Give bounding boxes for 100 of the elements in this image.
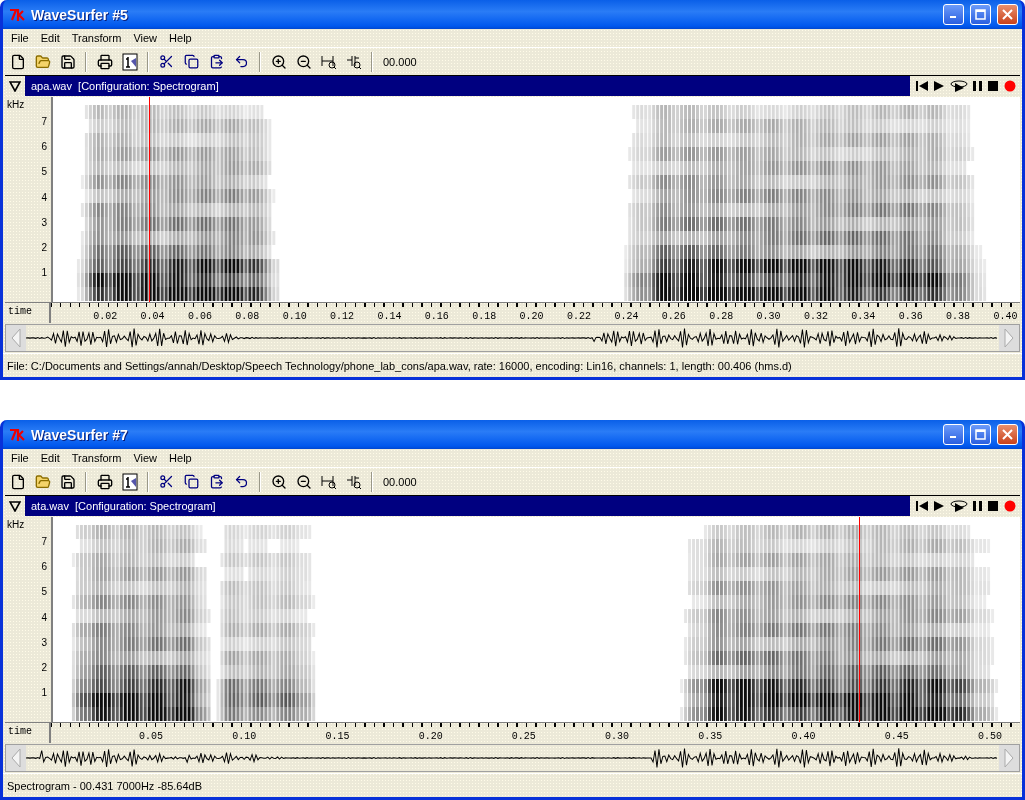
maximize-button[interactable] <box>970 4 991 25</box>
axis-tick-label: 0.26 <box>661 311 686 322</box>
axis-tick-label: 0.06 <box>187 311 212 322</box>
triangle-right-icon <box>1004 328 1014 348</box>
axis-tick-label: 2 <box>41 243 47 253</box>
skip-to-start-button[interactable] <box>916 499 928 513</box>
axis-tick-label: 0.04 <box>140 311 165 322</box>
axis-tick-label: 3 <box>41 637 47 648</box>
collapse-toggle[interactable] <box>5 496 25 516</box>
menu-item[interactable]: Transform <box>65 32 128 44</box>
axis-tick-label: 6 <box>41 142 47 153</box>
menu-item[interactable]: Help <box>163 32 198 44</box>
axis-tick-label: 0.16 <box>424 311 449 322</box>
axis-tick-label: 0.36 <box>898 311 923 322</box>
close-icon <box>1002 429 1013 440</box>
triangle-left-icon <box>11 748 21 768</box>
axis-tick-label: 0.35 <box>698 731 723 742</box>
axis-tick-label: 0.40 <box>993 311 1018 322</box>
axis-tick-label: 0.22 <box>567 311 591 322</box>
play-button[interactable] <box>933 79 945 93</box>
skip-to-start-button[interactable] <box>916 79 928 93</box>
axis-tick-label: 0.25 <box>511 731 536 742</box>
axis-tick-label: 0.15 <box>325 731 350 742</box>
axis-tick-label: 0.05 <box>139 731 163 742</box>
axis-tick-label: 0.28 <box>709 311 734 322</box>
properties-button[interactable] <box>119 51 140 72</box>
triangle-right-icon <box>1004 748 1014 768</box>
properties-button[interactable] <box>119 471 140 492</box>
axis-tick-label: 5 <box>41 167 47 178</box>
maximize-icon <box>975 429 986 440</box>
axis-tick-label: 0.20 <box>519 311 544 322</box>
menu-item[interactable]: Edit <box>34 32 66 44</box>
axis-label: time <box>5 723 51 743</box>
menu-item[interactable]: Transform <box>65 452 128 464</box>
axis-tick-label: 0.02 <box>93 311 118 322</box>
axis-tick-label: 0.32 <box>803 311 828 322</box>
axis-tick-label: 0.08 <box>235 311 260 322</box>
pane-title: apa.wav [Configuration: Spectrogram] <box>30 80 219 92</box>
app-logo-icon <box>9 427 25 442</box>
axis-tick-label: 0.14 <box>377 311 402 322</box>
stop-button[interactable] <box>988 79 999 93</box>
axis-tick-label: 0.50 <box>977 731 1002 742</box>
time-display: 00.000 <box>383 475 417 488</box>
axis-tick-label: 0.34 <box>851 311 876 322</box>
axis-tick-label: 7 <box>41 117 47 127</box>
axis-label: kHz <box>7 100 25 110</box>
triangle-left-icon <box>11 328 21 348</box>
stop-button[interactable] <box>988 499 999 513</box>
close-button[interactable] <box>997 424 1018 445</box>
axis-tick-label: 6 <box>41 562 47 573</box>
minimize-button[interactable] <box>943 424 964 445</box>
pause-button[interactable] <box>973 499 983 513</box>
record-button[interactable] <box>1004 499 1016 513</box>
menu-item[interactable]: File <box>5 32 35 44</box>
pane-title: ata.wav [Configuration: Spectrogram] <box>30 500 216 512</box>
menu-item[interactable]: View <box>127 32 164 44</box>
triangle-down-icon <box>9 500 21 512</box>
axis-label: kHz <box>7 520 25 530</box>
axis-tick-label: 0.18 <box>472 311 497 322</box>
axis-tick-label: 4 <box>41 192 47 203</box>
cursor-line[interactable] <box>858 517 860 722</box>
axis-tick-label: 2 <box>41 663 47 673</box>
axis-label: time <box>5 303 51 323</box>
time-display: 00.000 <box>383 55 417 68</box>
maximize-icon <box>975 9 986 20</box>
axis-tick-label: 7 <box>41 537 47 547</box>
axis-tick-label: 0.10 <box>232 731 257 742</box>
triangle-down-icon <box>9 80 21 92</box>
axis-tick-label: 0.38 <box>946 311 971 322</box>
play-button[interactable] <box>933 499 945 513</box>
loop-play-button[interactable] <box>950 499 968 513</box>
app-logo-icon <box>9 7 25 22</box>
close-icon <box>1002 9 1013 20</box>
axis-tick-label: 4 <box>41 612 47 623</box>
maximize-button[interactable] <box>970 424 991 445</box>
window-title: WaveSurfer #5 <box>31 6 129 23</box>
axis-tick-label: 0.45 <box>884 731 909 742</box>
axis-tick-label: 0.12 <box>330 311 355 322</box>
window-title: WaveSurfer #7 <box>31 426 129 443</box>
pause-button[interactable] <box>973 79 983 93</box>
menu-item[interactable]: Edit <box>34 452 66 464</box>
axis-tick-label: 0.30 <box>605 731 630 742</box>
cursor-line[interactable] <box>148 97 150 302</box>
record-button[interactable] <box>1004 79 1016 93</box>
loop-play-button[interactable] <box>950 79 968 93</box>
axis-tick-label: 1 <box>41 688 47 699</box>
minimize-button[interactable] <box>943 4 964 25</box>
status-bar-text: File: C:/Documents and Settings/annah/Desktop/Speech Technology/phone_lab_cons/apa.wav, rate: 16000, encoding: Lin16, channels: 1, length: 00.406 (hms.d) <box>7 359 792 372</box>
menu-item[interactable]: View <box>127 452 164 464</box>
axis-tick-label: 3 <box>41 217 47 228</box>
axis-tick-label: 1 <box>41 268 47 279</box>
collapse-toggle[interactable] <box>5 76 25 96</box>
status-bar-text: Spectrogram - 00.431 7000Hz -85.64dB <box>7 779 203 792</box>
axis-tick-label: 0.24 <box>614 311 639 322</box>
axis-tick-label: 0.40 <box>791 731 816 742</box>
close-button[interactable] <box>997 4 1018 25</box>
axis-tick-label: 0.10 <box>282 311 307 322</box>
axis-tick-label: 0.30 <box>756 311 781 322</box>
menu-item[interactable]: File <box>5 452 35 464</box>
menu-item[interactable]: Help <box>163 452 198 464</box>
